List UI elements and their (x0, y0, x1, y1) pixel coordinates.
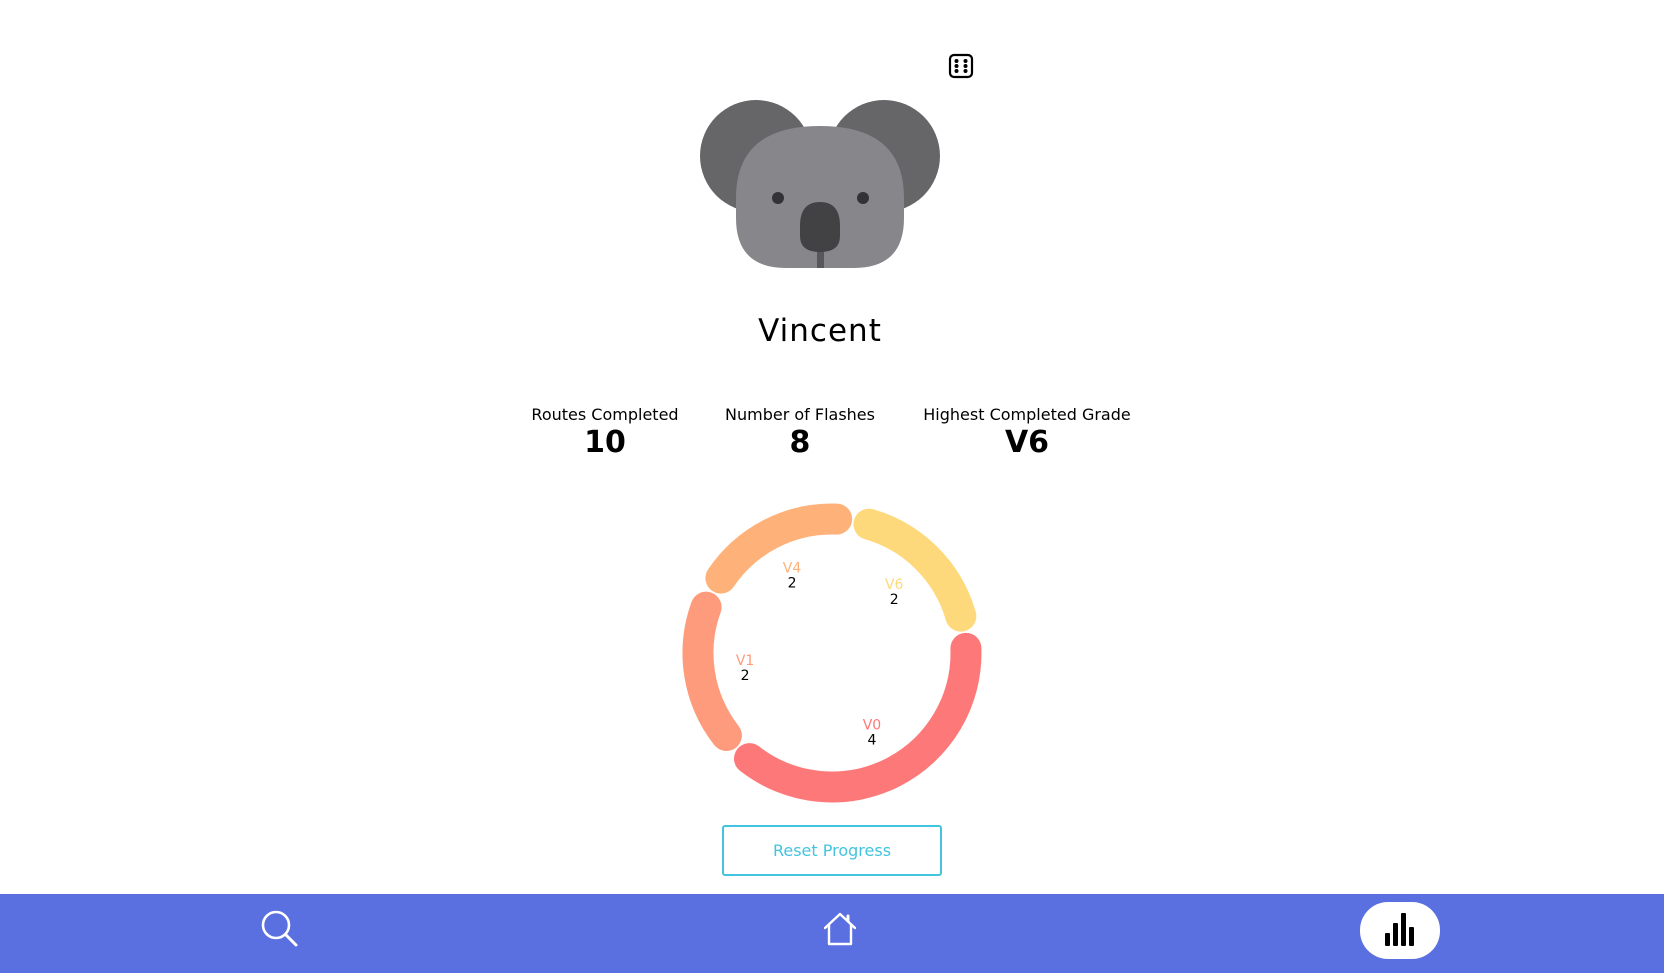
donut-segment-v0 (734, 632, 982, 803)
flashes-value: 8 (789, 425, 811, 460)
routes-completed-stat: Routes Completed 10 (531, 405, 678, 461)
donut-segment-v1 (682, 591, 742, 751)
bar-chart-icon (1383, 911, 1417, 951)
koala-avatar (700, 98, 940, 273)
highest-grade-stat: Highest Completed Grade V6 (923, 405, 1130, 461)
search-icon (260, 909, 300, 953)
nav-home-button[interactable] (810, 902, 870, 959)
donut-label-v0: V0 (863, 717, 881, 733)
bottom-nav (0, 894, 1664, 973)
donut-segment-v6 (853, 508, 977, 632)
donut-value-v1: 2 (741, 668, 750, 684)
home-icon (821, 910, 859, 952)
donut-value-v4: 2 (788, 576, 797, 592)
routes-completed-label: Routes Completed (531, 405, 679, 424)
nav-stats-button[interactable] (1360, 902, 1440, 959)
donut-label-v4: V4 (783, 561, 802, 577)
highest-grade-label: Highest Completed Grade (923, 405, 1131, 424)
profile-name: Vincent (758, 313, 882, 349)
donut-value-v0: 4 (867, 732, 876, 748)
donut-label-v6: V6 (885, 577, 904, 593)
flashes-stat: Number of Flashes 8 (725, 405, 875, 461)
routes-completed-value: 10 (584, 425, 626, 460)
donut-value-v6: 2 (890, 592, 899, 608)
reset-progress-button[interactable]: Reset Progress (722, 825, 942, 876)
flashes-label: Number of Flashes (725, 405, 875, 424)
highest-grade-value: V6 (1004, 425, 1050, 460)
profile-page: Vincent Routes Completed 10 Number of Fl… (0, 0, 1664, 973)
nav-search-button[interactable] (250, 902, 310, 959)
dice-icon[interactable] (948, 53, 974, 79)
donut-label-v1: V1 (736, 653, 754, 669)
donut-segment-v4 (705, 503, 853, 594)
